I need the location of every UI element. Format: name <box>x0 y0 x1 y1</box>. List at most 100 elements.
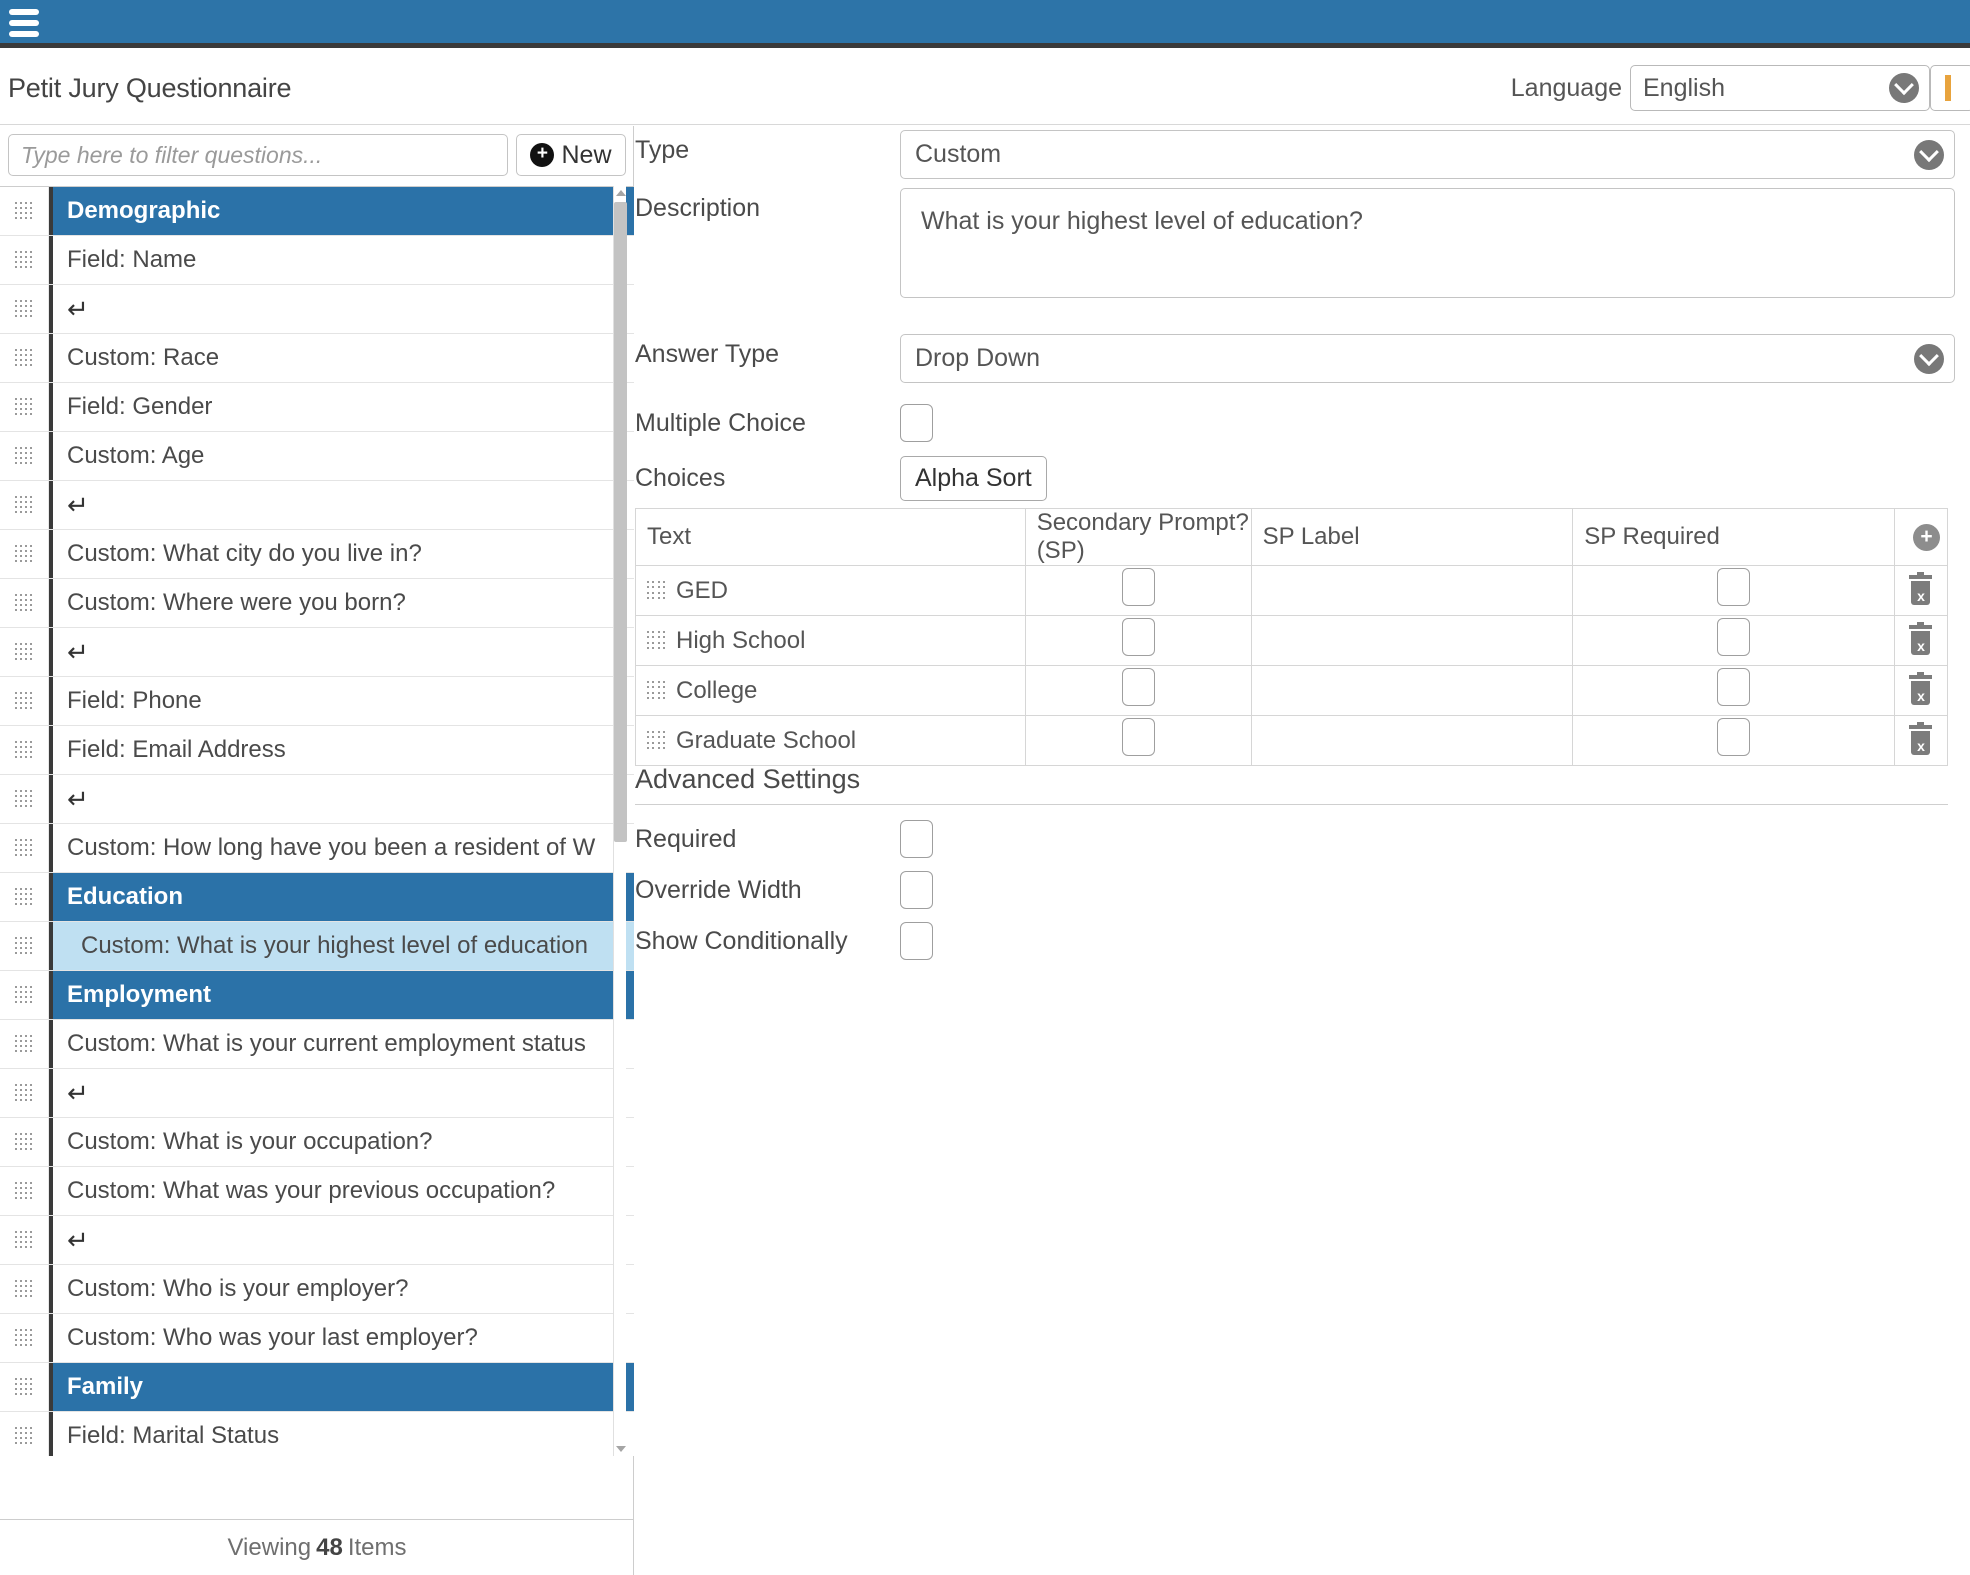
sidebar-list-item[interactable]: Field: Marital Status <box>0 1412 634 1456</box>
list-item-label: Custom: What was your previous occupatio… <box>49 1167 634 1215</box>
choice-row[interactable]: College x <box>636 666 1948 716</box>
multiple-choice-checkbox[interactable] <box>900 404 933 442</box>
list-item-drag-handle[interactable] <box>0 236 49 284</box>
sidebar-list-item[interactable]: Custom: What is your highest level of ed… <box>0 922 634 971</box>
add-choice-icon[interactable]: + <box>1913 524 1940 551</box>
sidebar-list-item[interactable]: ↵ <box>0 285 634 334</box>
sp-required-checkbox[interactable] <box>1717 618 1750 656</box>
list-item-drag-handle[interactable] <box>0 1167 49 1215</box>
description-textarea[interactable]: What is your highest level of education? <box>900 188 1955 298</box>
secondary-prompt-checkbox[interactable] <box>1122 668 1155 706</box>
list-item-drag-handle[interactable] <box>0 677 49 725</box>
list-item-drag-handle[interactable] <box>0 432 49 480</box>
delete-choice-icon[interactable]: x <box>1907 725 1934 756</box>
drag-handle-icon <box>15 839 34 858</box>
sidebar-list-item[interactable]: Custom: What city do you live in? <box>0 530 634 579</box>
list-item-drag-handle[interactable] <box>0 383 49 431</box>
list-item-drag-handle[interactable] <box>0 1216 49 1264</box>
new-question-button[interactable]: + New <box>516 134 626 176</box>
advanced-option-checkbox[interactable] <box>900 922 933 960</box>
list-item-drag-handle[interactable] <box>0 1069 49 1117</box>
sidebar-list-item[interactable]: Custom: Age <box>0 432 634 481</box>
list-item-drag-handle[interactable] <box>0 530 49 578</box>
secondary-prompt-checkbox[interactable] <box>1122 568 1155 606</box>
choice-sp-label-cell[interactable] <box>1251 566 1573 616</box>
sidebar-list-item[interactable]: Custom: Where were you born? <box>0 579 634 628</box>
list-item-drag-handle[interactable] <box>0 1265 49 1313</box>
choice-sp-label-cell[interactable] <box>1251 666 1573 716</box>
sidebar-section-header[interactable]: Demographic <box>0 187 634 236</box>
choice-row[interactable]: High School x <box>636 616 1948 666</box>
sidebar-list-item[interactable]: Field: Name <box>0 236 634 285</box>
sidebar-section-header[interactable]: Education <box>0 873 634 922</box>
sp-required-checkbox[interactable] <box>1717 568 1750 606</box>
list-item-drag-handle[interactable] <box>0 824 49 872</box>
list-item-drag-handle[interactable] <box>0 726 49 774</box>
choice-text-cell[interactable]: College <box>636 666 1026 716</box>
sidebar-list-item[interactable]: Field: Email Address <box>0 726 634 775</box>
list-item-drag-handle[interactable] <box>0 873 49 921</box>
hamburger-menu-icon[interactable] <box>9 6 43 40</box>
sidebar-list-item[interactable]: ↵ <box>0 775 634 824</box>
sidebar-list-item[interactable]: Custom: What is your occupation? <box>0 1118 634 1167</box>
list-item-drag-handle[interactable] <box>0 1412 49 1456</box>
list-item-drag-handle[interactable] <box>0 579 49 627</box>
sp-required-checkbox[interactable] <box>1717 718 1750 756</box>
choice-secondary-prompt-cell <box>1025 716 1251 766</box>
list-item-drag-handle[interactable] <box>0 1118 49 1166</box>
edge-action-button[interactable] <box>1930 65 1970 111</box>
advanced-option-checkbox[interactable] <box>900 871 933 909</box>
list-item-drag-handle[interactable] <box>0 628 49 676</box>
filter-questions-input[interactable] <box>8 134 508 176</box>
sidebar-list-item[interactable]: ↵ <box>0 481 634 530</box>
sidebar-list-item[interactable]: Field: Gender <box>0 383 634 432</box>
sidebar-list-item[interactable]: ↵ <box>0 1216 634 1265</box>
list-item-drag-handle[interactable] <box>0 1314 49 1362</box>
scroll-down-icon[interactable] <box>614 1442 627 1456</box>
secondary-prompt-checkbox[interactable] <box>1122 718 1155 756</box>
scroll-up-icon[interactable] <box>614 186 627 200</box>
delete-choice-icon[interactable]: x <box>1907 675 1934 706</box>
sidebar-list-item[interactable]: Custom: Who was your last employer? <box>0 1314 634 1363</box>
alpha-sort-button[interactable]: Alpha Sort <box>900 456 1047 501</box>
list-item-drag-handle[interactable] <box>0 481 49 529</box>
sidebar-list-item[interactable]: Field: Phone <box>0 677 634 726</box>
sidebar-list-item[interactable]: Custom: What is your current employment … <box>0 1020 634 1069</box>
list-item-drag-handle[interactable] <box>0 1020 49 1068</box>
choice-text-cell[interactable]: Graduate School <box>636 716 1026 766</box>
list-item-drag-handle[interactable] <box>0 922 49 970</box>
secondary-prompt-checkbox[interactable] <box>1122 618 1155 656</box>
sidebar-list-item[interactable]: Custom: What was your previous occupatio… <box>0 1167 634 1216</box>
delete-choice-icon[interactable]: x <box>1907 575 1934 606</box>
list-item-drag-handle[interactable] <box>0 187 49 235</box>
scrollbar-thumb[interactable] <box>614 202 627 842</box>
sp-required-checkbox[interactable] <box>1717 668 1750 706</box>
choice-text-cell[interactable]: GED <box>636 566 1026 616</box>
list-item-drag-handle[interactable] <box>0 775 49 823</box>
sidebar-section-header[interactable]: Family <box>0 1363 634 1412</box>
list-item-drag-handle[interactable] <box>0 971 49 1019</box>
list-item-label: Custom: Where were you born? <box>49 579 634 627</box>
sidebar-list-item[interactable]: Custom: Race <box>0 334 634 383</box>
choice-text-cell[interactable]: High School <box>636 616 1026 666</box>
type-select[interactable]: Custom <box>900 130 1955 179</box>
sidebar-section-header[interactable]: Employment <box>0 971 634 1020</box>
list-item-drag-handle[interactable] <box>0 285 49 333</box>
choice-sp-label-cell[interactable] <box>1251 616 1573 666</box>
choice-sp-label-cell[interactable] <box>1251 716 1573 766</box>
choice-row[interactable]: GED x <box>636 566 1948 616</box>
questions-list-scrollbar[interactable] <box>613 186 626 1456</box>
advanced-option-checkbox[interactable] <box>900 820 933 858</box>
sidebar-list-item[interactable]: ↵ <box>0 628 634 677</box>
answer-type-select[interactable]: Drop Down <box>900 334 1955 383</box>
sidebar-list-item[interactable]: Custom: How long have you been a residen… <box>0 824 634 873</box>
language-select[interactable]: English <box>1630 65 1930 111</box>
list-item-label: ↵ <box>49 628 634 676</box>
list-item-drag-handle[interactable] <box>0 1363 49 1411</box>
sidebar-list-item[interactable]: Custom: Who is your employer? <box>0 1265 634 1314</box>
list-item-drag-handle[interactable] <box>0 334 49 382</box>
choice-row[interactable]: Graduate School x <box>636 716 1948 766</box>
questions-list[interactable]: DemographicField: Name↵Custom: RaceField… <box>0 186 634 1456</box>
delete-choice-icon[interactable]: x <box>1907 625 1934 656</box>
sidebar-list-item[interactable]: ↵ <box>0 1069 634 1118</box>
